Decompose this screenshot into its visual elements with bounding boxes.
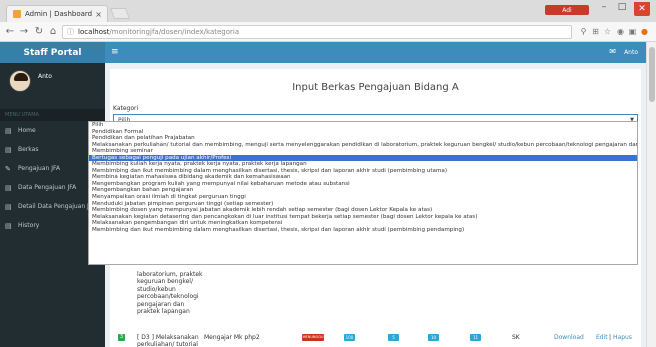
- info-icon: ⓘ: [67, 28, 74, 36]
- top-navbar: ≡ ✉ Anto: [105, 42, 646, 63]
- table-row-text: laboratorium, praktek keguruan bengkel/st…: [137, 271, 203, 315]
- home-icon[interactable]: ⌂: [47, 26, 59, 38]
- download-link[interactable]: Download: [554, 334, 584, 341]
- edit-icon: ✎: [5, 164, 11, 173]
- sidebar-item-label: Data Pengajuan JFA: [18, 184, 77, 191]
- cell-line: perkuliahan/ tutorial: [137, 341, 198, 347]
- topbar-user-name[interactable]: Anto: [624, 49, 638, 56]
- cell-line: [ D3 ] Melaksanakan: [137, 334, 199, 341]
- row-unit: SK: [512, 334, 520, 341]
- value-badge: 10: [428, 334, 439, 341]
- edit-link[interactable]: Edit: [596, 334, 608, 341]
- menu-toggle-icon[interactable]: ≡: [111, 47, 119, 57]
- address-bar[interactable]: ⓘ localhost/monitoringjfa/dosen/index/ka…: [62, 25, 572, 39]
- url-path: /monitoringjfa/dosen/index/kategoria: [109, 28, 240, 36]
- new-tab-button[interactable]: [109, 8, 131, 19]
- profile-button[interactable]: Adi: [545, 5, 589, 15]
- hapus-link[interactable]: Hapus: [613, 334, 632, 341]
- extension-icon[interactable]: ◉: [615, 26, 626, 38]
- value-badge: 11: [470, 334, 481, 341]
- kategori-dropdown-list[interactable]: Pilih Pendidikan Formal Pendidikan dan pel…: [88, 121, 638, 265]
- back-icon[interactable]: ←: [4, 26, 16, 38]
- row-nama: Mengajar Mk php2: [204, 334, 260, 341]
- translate-icon[interactable]: ⊞: [590, 26, 601, 38]
- nav-header: MENU UTAMA: [0, 109, 105, 121]
- alert-icon[interactable]: ●: [639, 26, 650, 38]
- sidebar-item-label: Detail Data Pengajuan JFA: [18, 203, 96, 210]
- browser-tab[interactable]: Admin | Dashboard ×: [6, 5, 108, 22]
- sidebar-item-label: Berkas: [18, 146, 39, 153]
- kategori-label: Kategori: [113, 105, 139, 112]
- page-scrollbar[interactable]: [646, 42, 656, 347]
- reload-icon[interactable]: ↻: [33, 26, 45, 38]
- mail-icon[interactable]: ✉: [609, 47, 616, 56]
- cell-line: studio/kebun: [137, 285, 176, 293]
- favicon-icon: [13, 10, 21, 18]
- list-icon: ▤: [5, 221, 12, 230]
- dropdown-option[interactable]: Membimbing dan ikut membimbing dalam men…: [89, 227, 637, 234]
- page-title: Input Berkas Pengajuan Bidang A: [292, 82, 459, 93]
- cell-line: keguruan bengkel/: [137, 278, 193, 286]
- star-icon[interactable]: ☆: [602, 26, 613, 38]
- sidebar-item-label: Home: [18, 127, 36, 134]
- value-badge: 5: [388, 334, 399, 341]
- value-badge: 100: [344, 334, 355, 341]
- dropdown-option[interactable]: Melaksanakan perkuliahan/ tutorial dan m…: [89, 142, 637, 149]
- cell-line: pengajaran dan: [137, 300, 185, 308]
- close-window-icon[interactable]: ✕: [634, 2, 650, 16]
- browser-window: Admin | Dashboard × Adi – □ ✕ ← → ↻ ⌂ ⓘ …: [0, 0, 656, 347]
- brand-logo[interactable]: Staff Portal: [0, 42, 105, 63]
- close-tab-icon[interactable]: ×: [95, 10, 102, 19]
- row-kategori: [ D3 ] Melaksanakan perkuliahan/ tutorial…: [137, 334, 199, 347]
- row-number: 3: [118, 334, 125, 341]
- cell-line: praktek lapangan: [137, 308, 190, 316]
- link-separator: |: [609, 334, 612, 341]
- address-toolbar: ← → ↻ ⌂ ⓘ localhost/monitoringjfa/dosen/…: [0, 22, 656, 42]
- cell-line: percobaan/teknologi: [137, 293, 199, 301]
- list-icon: ▤: [5, 126, 12, 135]
- list-icon: ▤: [5, 145, 12, 154]
- status-badge: MENUNGGU: [302, 334, 324, 341]
- forward-icon[interactable]: →: [18, 26, 30, 38]
- cell-line: laboratorium, praktek: [137, 271, 203, 278]
- minimize-icon[interactable]: –: [596, 2, 612, 12]
- sidebar-user-name: Anto: [38, 73, 52, 80]
- sidebar-item-label: Pengajuan JFA: [18, 165, 61, 172]
- tab-title: Admin | Dashboard: [25, 10, 93, 18]
- list-icon: ▤: [5, 202, 12, 211]
- url-host: localhost: [78, 28, 110, 36]
- tab-bar: Admin | Dashboard × Adi – □ ✕: [0, 0, 656, 22]
- pdf-icon[interactable]: ▣: [627, 26, 638, 38]
- avatar: [9, 70, 31, 92]
- zoom-icon[interactable]: ⚲: [578, 26, 589, 38]
- sidebar-item-label: History: [18, 222, 40, 229]
- scrollbar-thumb[interactable]: [649, 47, 655, 102]
- maximize-icon[interactable]: □: [614, 2, 630, 12]
- list-icon: ▤: [5, 183, 12, 192]
- user-panel: Anto: [0, 63, 105, 105]
